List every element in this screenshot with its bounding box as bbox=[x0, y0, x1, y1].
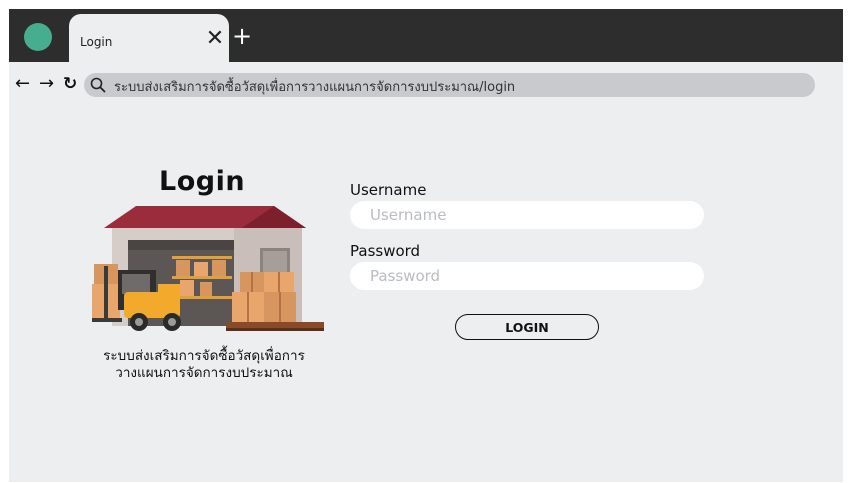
forward-button[interactable]: → bbox=[39, 75, 54, 93]
tab-login[interactable]: Login ✕ bbox=[69, 14, 229, 62]
password-label: Password bbox=[350, 242, 421, 260]
caption-line-1: ระบบส่งเสริมการจัดซื้อวัสดุเพื่อการ bbox=[103, 348, 305, 364]
address-bar[interactable]: ระบบส่งเสริมการจัดซื้อวัสดุเพื่อการวางแผ… bbox=[84, 73, 815, 97]
close-icon[interactable]: ✕ bbox=[204, 28, 226, 50]
login-title: Login bbox=[159, 166, 246, 197]
system-caption: ระบบส่งเสริมการจัดซื้อวัสดุเพื่อการ วางแ… bbox=[69, 348, 339, 382]
username-input[interactable] bbox=[350, 201, 704, 229]
login-button[interactable]: LOGIN bbox=[455, 314, 599, 340]
profile-avatar[interactable] bbox=[24, 23, 52, 51]
search-icon bbox=[90, 77, 106, 93]
password-input[interactable] bbox=[350, 262, 704, 290]
browser-window: Login ✕ + ← → ↻ ระบบส่งเสริมการจัดซื้อวั… bbox=[9, 9, 843, 482]
new-tab-button[interactable]: + bbox=[231, 24, 253, 48]
back-button[interactable]: ← bbox=[15, 75, 30, 93]
reload-button[interactable]: ↻ bbox=[63, 75, 77, 93]
address-url[interactable]: ระบบส่งเสริมการจัดซื้อวัสดุเพื่อการวางแผ… bbox=[114, 76, 515, 97]
caption-line-2: วางแผนการจัดการงบประมาณ bbox=[115, 365, 293, 381]
forklift-mast bbox=[104, 266, 108, 322]
warehouse-forklift-illustration bbox=[92, 206, 324, 331]
tab-bar: Login ✕ + bbox=[9, 9, 843, 62]
tab-title: Login bbox=[80, 35, 113, 49]
username-label: Username bbox=[350, 181, 427, 199]
